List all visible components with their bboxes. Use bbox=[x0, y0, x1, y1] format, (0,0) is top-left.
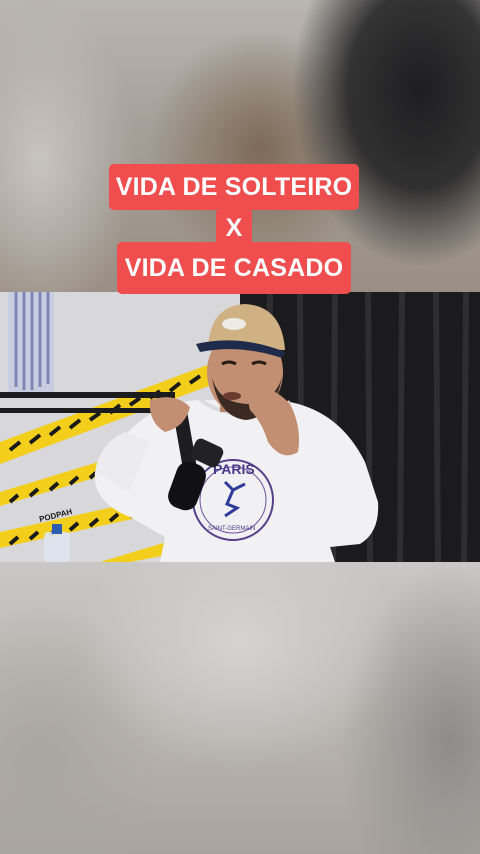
video-frame: PODPAH PARIS SAINT-GERMAIN VIDA DE SOLTE… bbox=[0, 0, 480, 854]
caption-line-2: VIDA DE CASADO bbox=[117, 242, 351, 294]
video-content[interactable]: PODPAH PARIS SAINT-GERMAIN bbox=[0, 292, 480, 562]
caption-line-1: VIDA DE SOLTEIRO bbox=[109, 164, 359, 210]
shirt-logo-text: PARIS bbox=[213, 461, 255, 477]
podcast-scene: PODPAH PARIS SAINT-GERMAIN bbox=[0, 292, 480, 562]
shirt-sub-text: SAINT-GERMAIN bbox=[208, 526, 255, 532]
blurred-background-bottom bbox=[0, 562, 480, 854]
caption-separator: X bbox=[216, 210, 252, 246]
